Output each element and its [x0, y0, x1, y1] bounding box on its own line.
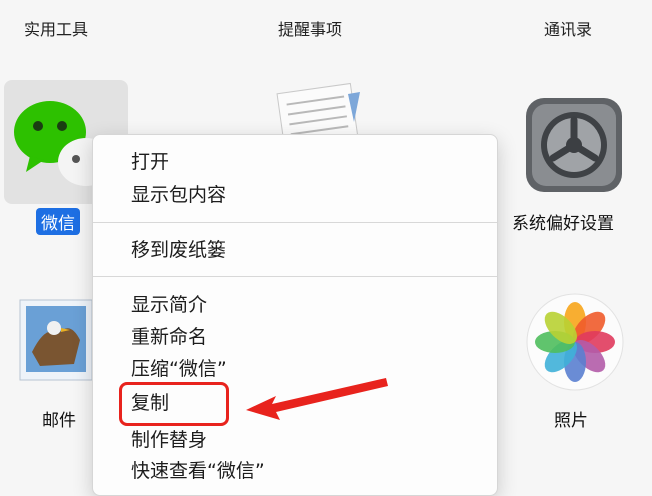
annotation-arrow-icon [246, 378, 388, 420]
